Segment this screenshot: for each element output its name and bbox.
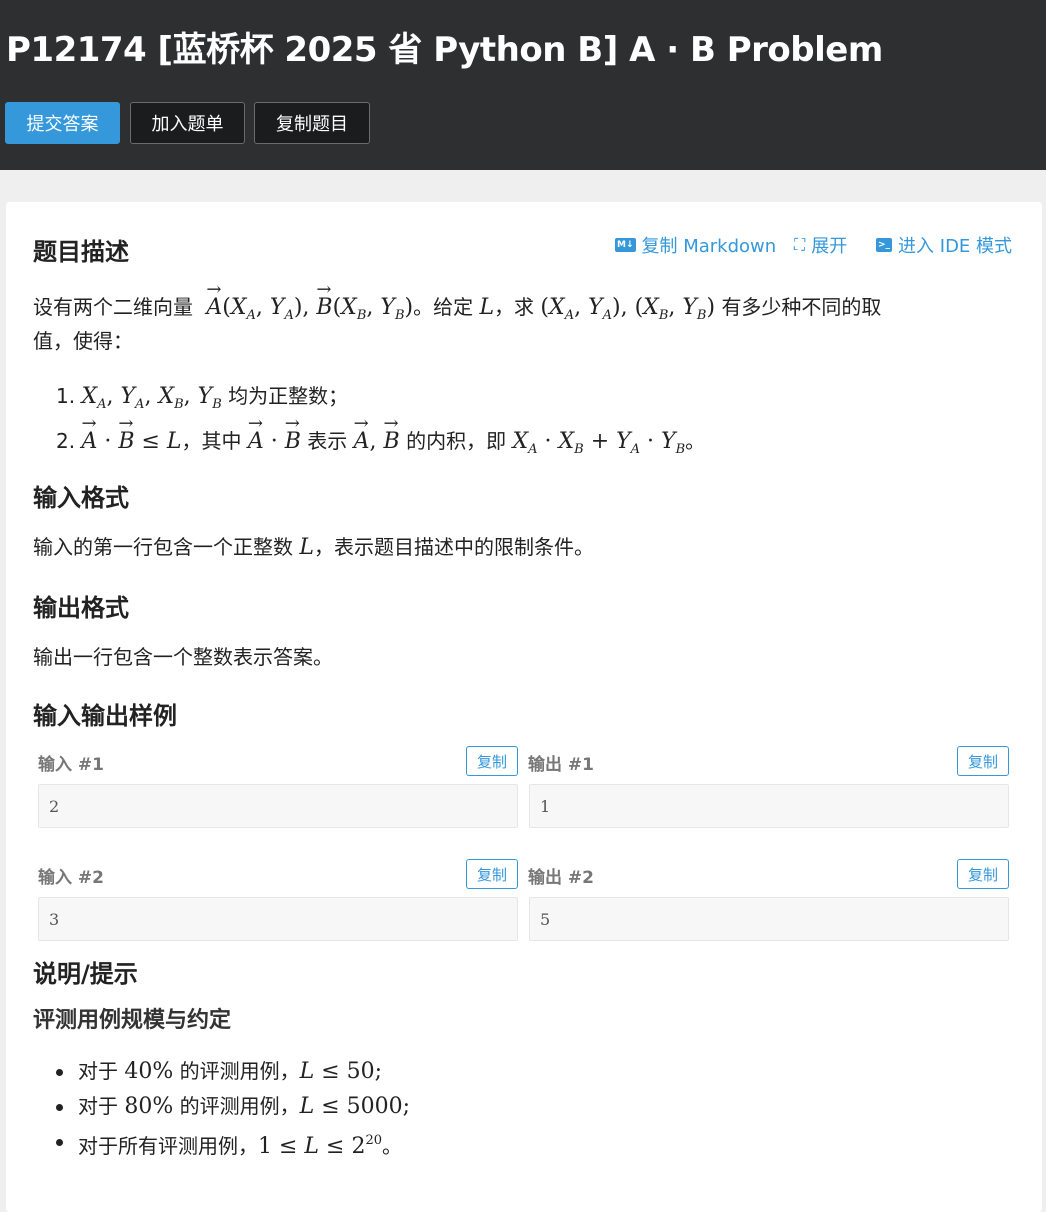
copy-problem-button[interactable]: 复制题目 [254,102,370,144]
hint-subtitle: 评测用例规模与约定 [33,1008,232,1033]
sample-output-label: 输出 #1 [528,755,594,775]
list-item: 对于所有评测用例，1 ≤ L ≤ 220。 [52,1124,410,1164]
description-title: 题目描述 [33,238,129,266]
description-text: 设有两个二维向量 A(XA, YA), B(XB, YB)。给定 L，求 (XA… [33,273,881,333]
input-format-text: 输入的第一行包含一个正整数 L，表示题目描述中的限制条件。 [33,535,594,560]
conditions-list: 1. XA, YA, XB, YB 均为正整数； 2. A · B ≤ L，其中… [56,378,705,468]
sample-input-label: 输入 #1 [38,755,104,775]
sample-output-box[interactable]: 5 [529,897,1009,941]
ide-mode-link[interactable]: >_ 进入 IDE 模式 [876,232,1012,258]
list-item: 对于 40% 的评测用例，L ≤ 50; [52,1054,410,1089]
condition-2: 2. A · B ≤ L，其中 A · B 表示 A, B 的内积，即 XA ·… [56,406,705,468]
sample-input-box[interactable]: 2 [38,784,518,828]
expand-icon: ⛶ [794,235,806,254]
ide-mode-label: 进入 IDE 模式 [898,236,1013,257]
expand-label: 展开 [811,236,848,257]
output-format-title: 输出格式 [33,594,129,622]
problem-title: P12174 [蓝桥杯 2025 省 Python B] A · B Probl… [6,30,883,70]
copy-sample-output-button[interactable]: 复制 [957,746,1009,776]
sample-output-label: 输出 #2 [528,868,594,888]
sample-input-box[interactable]: 3 [38,897,518,941]
copy-sample-input-button[interactable]: 复制 [466,746,518,776]
sample-input-label: 输入 #2 [38,868,104,888]
markdown-icon: M↓ [615,238,636,252]
input-format-title: 输入格式 [33,484,129,512]
sample-output-box[interactable]: 1 [529,784,1009,828]
copy-markdown-link[interactable]: M↓ 复制 Markdown [615,232,776,258]
problem-card: 题目描述 M↓ 复制 Markdown ⛶ 展开 >_ 进入 IDE 模式 设有… [6,202,1042,1212]
list-item: 对于 80% 的评测用例，L ≤ 5000; [52,1089,410,1124]
hint-title: 说明/提示 [33,960,138,988]
problem-header: P12174 [蓝桥杯 2025 省 Python B] A · B Probl… [0,0,1046,170]
submit-answer-button[interactable]: 提交答案 [5,102,120,144]
description-text-cont: 值，使得： [33,329,133,353]
copy-sample-output-button[interactable]: 复制 [957,859,1009,889]
output-format-text: 输出一行包含一个整数表示答案。 [33,645,333,669]
terminal-icon: >_ [876,238,893,252]
constraints-list: 对于 40% 的评测用例，L ≤ 50; 对于 80% 的评测用例，L ≤ 50… [52,1054,410,1164]
copy-markdown-label: 复制 Markdown [641,236,777,257]
add-to-list-button[interactable]: 加入题单 [130,102,245,144]
expand-link[interactable]: ⛶ 展开 [794,232,847,258]
condition-1: 1. XA, YA, XB, YB 均为正整数； [56,384,349,412]
copy-sample-input-button[interactable]: 复制 [466,859,518,889]
samples-title: 输入输出样例 [33,702,177,730]
